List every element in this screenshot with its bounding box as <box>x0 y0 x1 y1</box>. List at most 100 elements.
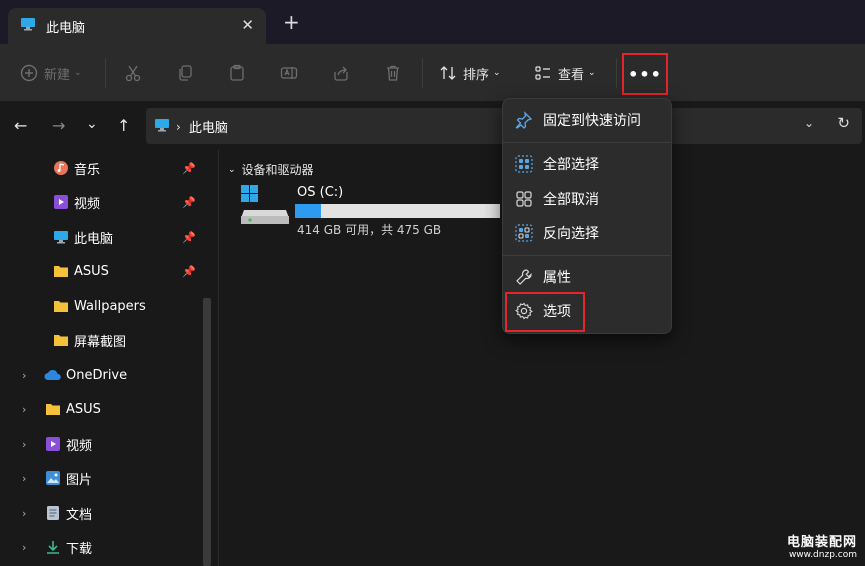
new-label: 新建 <box>44 67 71 83</box>
expand-chevron-icon[interactable]: › <box>22 507 26 520</box>
menu-item-label: 属性 <box>543 270 571 286</box>
chevron-down-icon: ⌄ <box>228 164 236 175</box>
pane-divider[interactable] <box>218 150 219 566</box>
menu-item-pin-quick-access[interactable]: 固定到快速访问 <box>503 105 671 135</box>
scissors-icon <box>125 65 141 82</box>
menu-item-invert-selection[interactable]: 反向选择 <box>503 218 671 248</box>
menu-item-select-none[interactable]: 全部取消 <box>503 184 671 214</box>
wrench-icon <box>513 266 535 288</box>
pin-icon: 📌 <box>182 265 196 278</box>
sidebar-item-music[interactable]: 音乐 <box>52 154 100 182</box>
tab-title: 此电脑 <box>46 20 86 36</box>
expand-chevron-icon[interactable]: › <box>22 369 26 382</box>
folder-icon <box>52 331 70 349</box>
video-icon <box>44 435 62 453</box>
drive-icon <box>240 184 290 230</box>
pc-icon <box>52 228 70 246</box>
delete-button[interactable] <box>384 44 402 102</box>
title-bar: 此电脑 ✕ + <box>0 0 865 44</box>
more-options-button[interactable]: ••• <box>622 53 668 95</box>
sidebar-item-label: ASUS <box>66 401 101 417</box>
expand-chevron-icon[interactable]: › <box>22 438 26 451</box>
sidebar-item-wallpapers[interactable]: Wallpapers <box>52 292 146 320</box>
toolbar-separator <box>616 58 617 88</box>
group-header-devices[interactable]: ⌄ 设备和驱动器 <box>228 161 314 178</box>
paste-button[interactable] <box>228 44 246 102</box>
menu-separator <box>503 255 671 256</box>
up-button[interactable]: ↑ <box>117 116 130 135</box>
share-button[interactable] <box>332 44 350 102</box>
folder-icon <box>44 400 62 418</box>
document-icon <box>44 504 62 522</box>
sort-label: 排序 <box>463 67 490 83</box>
select-none-icon <box>513 188 535 210</box>
sidebar-scrollbar[interactable] <box>203 298 211 566</box>
sidebar-item-label: 此电脑 <box>74 231 114 247</box>
menu-item-label: 反向选择 <box>543 226 599 242</box>
sidebar-item-this-pc[interactable]: 此电脑 <box>52 223 113 251</box>
chevron-down-icon: ⌄ <box>588 68 596 78</box>
sidebar-item-label: 图片 <box>66 472 93 488</box>
music-icon <box>52 159 70 177</box>
sidebar-item-label: 音乐 <box>74 162 101 178</box>
copy-icon <box>179 65 192 81</box>
folder-icon <box>52 262 70 280</box>
tab-this-pc[interactable]: 此电脑 ✕ <box>8 8 266 44</box>
breadcrumb-chevron-icon[interactable]: › <box>176 120 181 134</box>
command-bar: 新建 ⌄ 排序 ⌄ 查看 ⌄ <box>0 44 865 102</box>
menu-item-label: 全部取消 <box>543 192 599 208</box>
sidebar-item-video-tree[interactable]: 视频 <box>44 430 92 458</box>
watermark-url: www.dnzp.com <box>788 550 857 560</box>
sidebar-item-screenshots[interactable]: 屏幕截图 <box>52 326 126 354</box>
rename-button[interactable] <box>280 44 298 102</box>
rename-icon <box>280 67 298 79</box>
options-highlight-box <box>505 292 585 332</box>
sidebar-item-documents[interactable]: 文档 <box>44 499 92 527</box>
menu-separator <box>503 142 671 143</box>
expand-chevron-icon[interactable]: › <box>22 403 26 416</box>
image-icon <box>44 469 62 487</box>
pin-icon <box>513 109 535 131</box>
new-button[interactable]: 新建 ⌄ <box>20 44 82 102</box>
invert-selection-icon <box>513 222 535 244</box>
chevron-down-icon: ⌄ <box>493 68 501 78</box>
sidebar-item-label: 视频 <box>74 196 101 212</box>
breadcrumb-this-pc[interactable]: 此电脑 <box>189 117 228 136</box>
refresh-button[interactable]: ↻ <box>837 114 850 132</box>
video-icon <box>52 193 70 211</box>
recent-locations-button[interactable]: ⌄ <box>86 116 98 132</box>
back-button[interactable]: ← <box>14 116 27 135</box>
more-dots-icon: ••• <box>628 64 662 84</box>
view-icon <box>535 66 550 80</box>
view-button[interactable]: 查看 ⌄ <box>534 44 596 102</box>
new-tab-button[interactable]: + <box>283 12 300 32</box>
drive-c[interactable]: OS (C:) 414 GB 可用，共 475 GB <box>240 184 500 240</box>
close-tab-button[interactable]: ✕ <box>241 16 254 34</box>
pin-icon: 📌 <box>182 162 196 175</box>
folder-icon <box>52 297 70 315</box>
sidebar-item-asus[interactable]: ASUS <box>52 257 109 285</box>
sidebar-item-pictures[interactable]: 图片 <box>44 464 92 492</box>
sort-button[interactable]: 排序 ⌄ <box>439 44 501 102</box>
sidebar-item-label: OneDrive <box>66 367 128 383</box>
copy-button[interactable] <box>176 44 194 102</box>
forward-button[interactable]: → <box>52 116 65 135</box>
sidebar-item-downloads[interactable]: 下载 <box>44 533 92 561</box>
sort-icon <box>440 66 456 80</box>
menu-item-properties[interactable]: 属性 <box>503 262 671 292</box>
watermark: 电脑装配网 www.dnzp.com <box>787 531 857 560</box>
cut-button[interactable] <box>124 44 142 102</box>
sidebar-item-video[interactable]: 视频 <box>52 188 100 216</box>
pin-icon: 📌 <box>182 231 196 244</box>
address-history-dropdown[interactable]: ⌄ <box>804 116 814 130</box>
sidebar-item-label: ASUS <box>74 263 109 279</box>
expand-chevron-icon[interactable]: › <box>22 472 26 485</box>
sidebar-item-onedrive[interactable]: OneDrive <box>44 361 127 389</box>
expand-chevron-icon[interactable]: › <box>22 541 26 554</box>
drive-usage-fill <box>295 204 322 218</box>
sidebar-item-asus-tree[interactable]: ASUS <box>44 395 101 423</box>
clipboard-icon <box>230 64 244 81</box>
pc-icon <box>20 17 36 35</box>
menu-item-select-all[interactable]: 全部选择 <box>503 149 671 179</box>
sidebar-item-label: 文档 <box>66 507 93 523</box>
